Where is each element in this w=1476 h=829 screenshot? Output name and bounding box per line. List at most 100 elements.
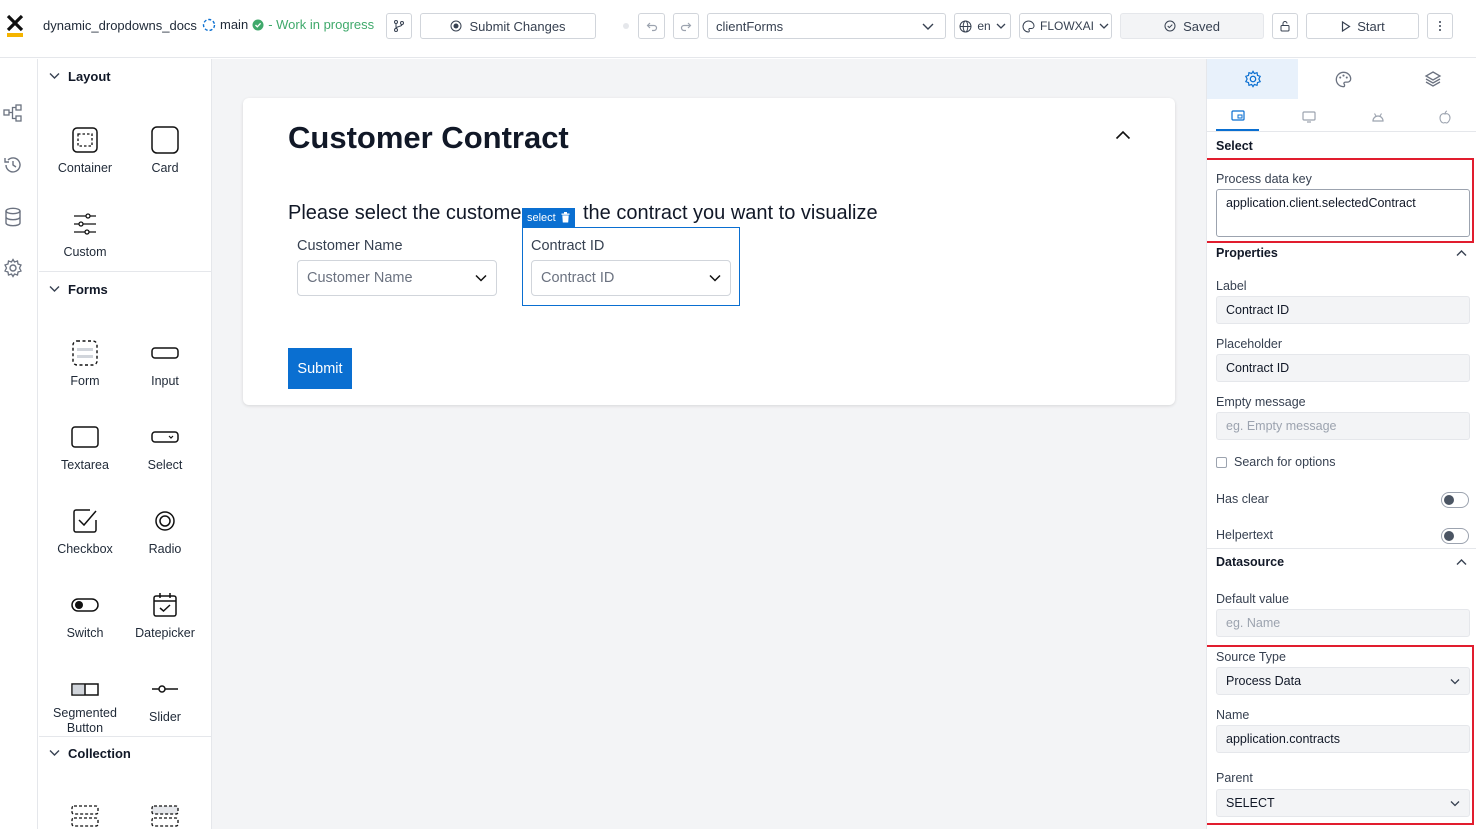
chevron-up-icon[interactable] <box>1456 558 1467 566</box>
tab-layers[interactable] <box>1389 59 1476 99</box>
empty-message-label: Empty message <box>1216 395 1306 409</box>
customer-name-placeholder: Customer Name <box>307 270 413 286</box>
input-icon <box>150 338 180 368</box>
contract-id-select[interactable]: Contract ID <box>531 260 731 296</box>
tab-styles[interactable] <box>1298 59 1389 99</box>
has-clear-label: Has clear <box>1216 492 1269 506</box>
palette-item-card[interactable]: Card <box>125 125 205 175</box>
start-button[interactable]: Start <box>1306 13 1419 39</box>
properties-panel: Select Process data key application.clie… <box>1206 59 1476 829</box>
section-layout[interactable]: Layout <box>39 63 211 89</box>
chevron-down-icon <box>49 285 60 293</box>
palette-item-label: Checkbox <box>57 542 113 556</box>
undo-icon <box>646 20 658 32</box>
flowx-logo[interactable] <box>6 14 24 38</box>
start-label: Start <box>1357 18 1385 34</box>
instruction-text-left: Please select the custome <box>288 202 522 224</box>
design-canvas[interactable]: Customer Contract Please select the cust… <box>212 59 1206 829</box>
settings-icon[interactable] <box>3 258 23 278</box>
collection-prototype-icon[interactable] <box>150 803 180 829</box>
collection-icon[interactable] <box>70 803 100 829</box>
label-field-label: Label <box>1216 279 1247 293</box>
platform-tab-generic[interactable] <box>1216 103 1259 131</box>
android-icon <box>1371 111 1385 123</box>
platform-tab-web[interactable] <box>1287 103 1330 131</box>
form-select[interactable]: clientForms <box>707 13 946 39</box>
default-value-input[interactable]: eg. Name <box>1216 609 1470 637</box>
palette-item-segmented-button[interactable]: Segmented Button <box>45 674 125 736</box>
redo-button[interactable] <box>673 13 699 39</box>
selection-tag[interactable]: select <box>522 208 575 227</box>
history-icon[interactable] <box>3 155 23 175</box>
undo-button[interactable] <box>638 13 665 39</box>
tab-settings[interactable] <box>1207 59 1298 99</box>
slider-icon <box>150 674 180 704</box>
search-options-checkbox[interactable] <box>1216 457 1227 468</box>
collapse-button[interactable] <box>1115 130 1131 140</box>
placeholder-input[interactable]: Contract ID <box>1216 354 1470 382</box>
record-icon <box>450 20 462 32</box>
platform-tab-ios[interactable] <box>1423 103 1466 131</box>
palette-item-select[interactable]: Select <box>125 422 205 472</box>
calendar-icon <box>150 590 180 620</box>
helpertext-toggle[interactable] <box>1441 528 1469 544</box>
palette-item-input[interactable]: Input <box>125 338 205 388</box>
customer-name-select[interactable]: Customer Name <box>297 260 497 296</box>
language-value: en <box>977 19 991 33</box>
lock-button[interactable] <box>1272 13 1298 39</box>
database-icon[interactable] <box>4 207 22 227</box>
apple-icon <box>1438 110 1451 124</box>
section-collection[interactable]: Collection <box>39 740 211 766</box>
palette-item-textarea[interactable]: Textarea <box>45 422 125 472</box>
trash-icon[interactable] <box>561 212 570 223</box>
branch-status-icon <box>252 19 264 31</box>
chevron-down-icon <box>49 72 60 80</box>
section-forms[interactable]: Forms <box>39 276 211 302</box>
globe-icon <box>959 20 972 33</box>
customer-contract-card[interactable]: Customer Contract Please select the cust… <box>243 98 1175 405</box>
chevron-up-icon[interactable] <box>1456 249 1467 257</box>
chevron-up-icon <box>1115 130 1131 140</box>
play-icon <box>1340 20 1351 32</box>
branch-indicator[interactable]: main - Work in progress <box>202 17 374 32</box>
has-clear-toggle[interactable] <box>1441 492 1469 508</box>
placeholder-field-label: Placeholder <box>1216 337 1283 351</box>
highlight-box <box>1207 645 1474 825</box>
language-select[interactable]: en <box>954 13 1011 39</box>
lock-icon <box>1279 20 1291 32</box>
chevron-down-icon <box>49 749 60 757</box>
theme-select[interactable]: FLOWXAI <box>1019 13 1112 39</box>
merge-branch-button[interactable] <box>386 13 412 39</box>
search-options-label: Search for options <box>1234 455 1336 469</box>
palette-item-label: Container <box>57 161 113 175</box>
palette-item-label: Form <box>70 374 100 388</box>
process-tree-icon[interactable] <box>3 104 23 122</box>
palette-item-container[interactable]: Container <box>45 125 125 175</box>
properties-header[interactable]: Properties <box>1216 246 1278 260</box>
palette-item-form[interactable]: Form <box>45 338 125 388</box>
checkbox-icon <box>70 506 100 536</box>
label-input[interactable]: Contract ID <box>1216 296 1470 324</box>
platform-tab-android[interactable] <box>1356 103 1399 131</box>
submit-changes-button[interactable]: Submit Changes <box>420 13 596 39</box>
palette-item-checkbox[interactable]: Checkbox <box>45 506 125 556</box>
submit-button[interactable]: Submit <box>288 348 352 389</box>
palette-item-slider[interactable]: Slider <box>125 674 205 724</box>
form-select-value: clientForms <box>716 18 784 34</box>
gear-icon <box>1244 70 1262 88</box>
palette-item-radio[interactable]: Radio <box>125 506 205 556</box>
more-options-button[interactable] <box>1427 13 1453 39</box>
palette-item-switch[interactable]: Switch <box>45 590 125 640</box>
saved-label: Saved <box>1183 18 1220 34</box>
sliders-icon <box>70 209 100 239</box>
component-palette: Layout Container Card Custom Forms Form … <box>39 59 212 829</box>
project-name[interactable]: dynamic_dropdowns_docs <box>43 18 197 33</box>
datasource-header[interactable]: Datasource <box>1216 555 1284 569</box>
empty-message-input[interactable]: eg. Empty message <box>1216 412 1470 440</box>
palette-icon <box>1335 71 1352 88</box>
section-title: Layout <box>68 68 111 84</box>
palette-item-datepicker[interactable]: Datepicker <box>125 590 205 640</box>
palette-item-custom[interactable]: Custom <box>45 209 125 259</box>
saved-status: Saved <box>1120 13 1264 39</box>
container-icon <box>70 125 100 155</box>
